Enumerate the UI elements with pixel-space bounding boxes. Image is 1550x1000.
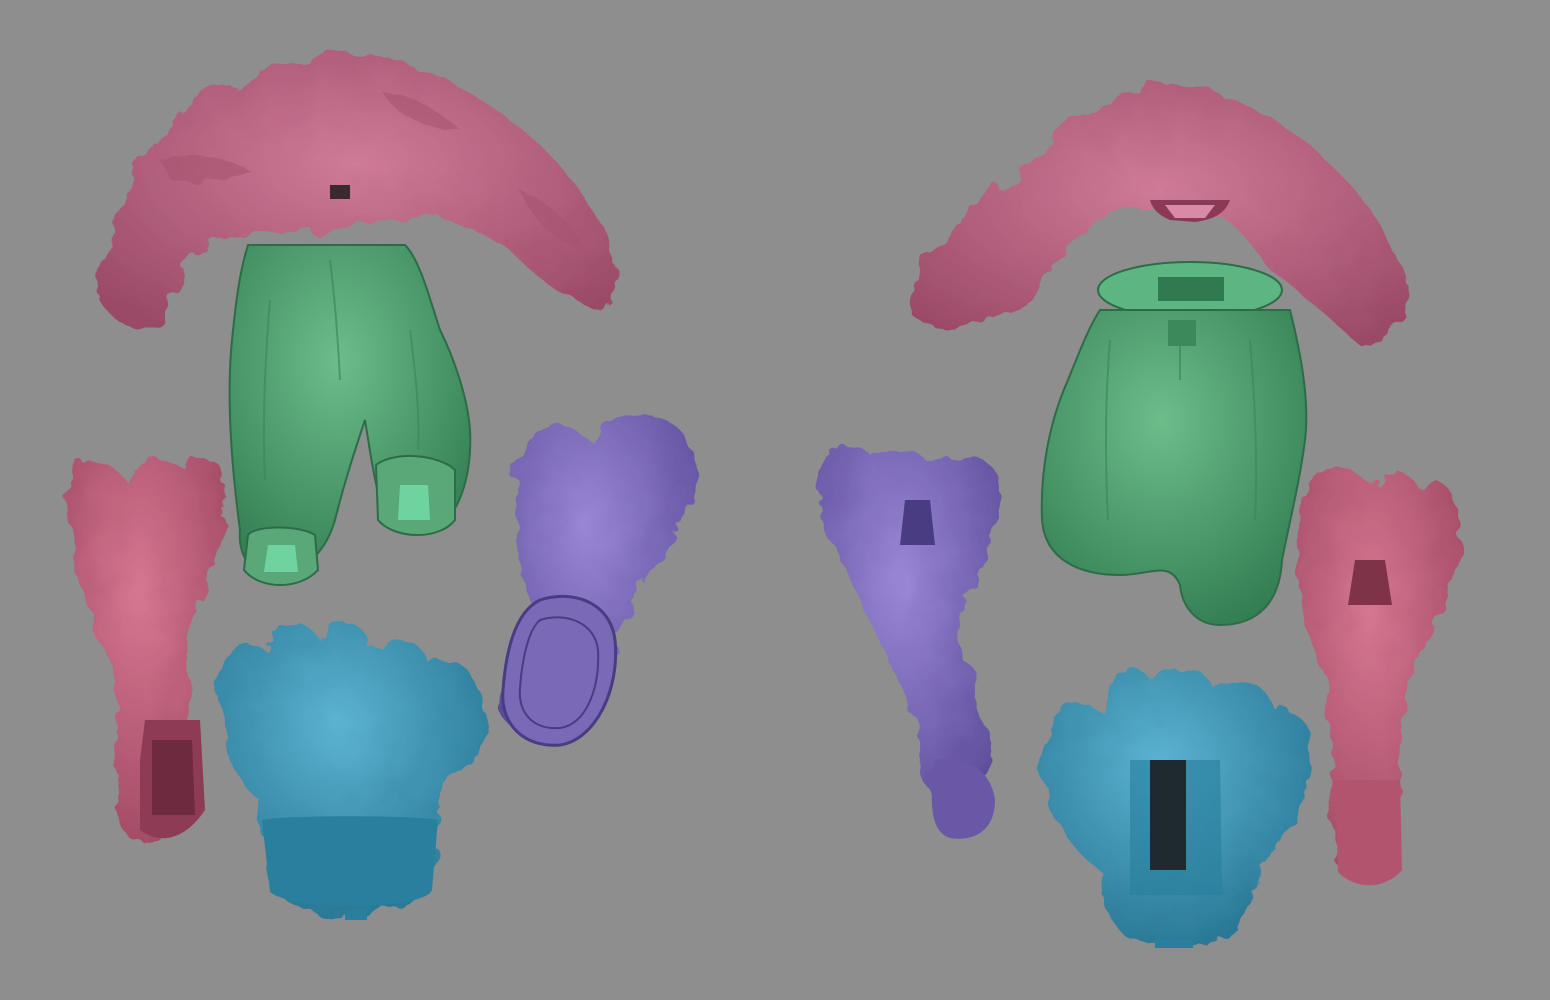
peg-right	[398, 485, 430, 520]
cape-socket	[330, 185, 350, 199]
pink-flame-boot-front	[1297, 468, 1461, 886]
purple-flame-boot-front	[819, 446, 1000, 839]
pants-socket-front	[1158, 277, 1224, 301]
back-view-group	[66, 52, 693, 920]
boot-socket-purple-front	[900, 500, 935, 545]
front-view-group	[819, 83, 1461, 948]
pink-flame-boot-back	[66, 457, 226, 844]
blue-flame-base-front	[1040, 665, 1311, 948]
blue-flame-base-back	[219, 621, 486, 920]
base-tab-back	[345, 910, 367, 920]
pants-back	[228, 244, 472, 586]
base-tab-front	[1155, 940, 1193, 948]
boot-socket-pink-front	[1348, 560, 1392, 605]
3d-model-viewport	[0, 0, 1550, 1000]
pants-front	[1040, 261, 1308, 627]
peg-left	[264, 545, 298, 572]
model-parts-canvas	[66, 52, 1461, 948]
base-slot-front	[1150, 760, 1186, 870]
belt-buckle	[1168, 320, 1196, 346]
purple-flame-boot-back	[501, 413, 693, 747]
boot-socket-pink-back	[152, 740, 195, 815]
